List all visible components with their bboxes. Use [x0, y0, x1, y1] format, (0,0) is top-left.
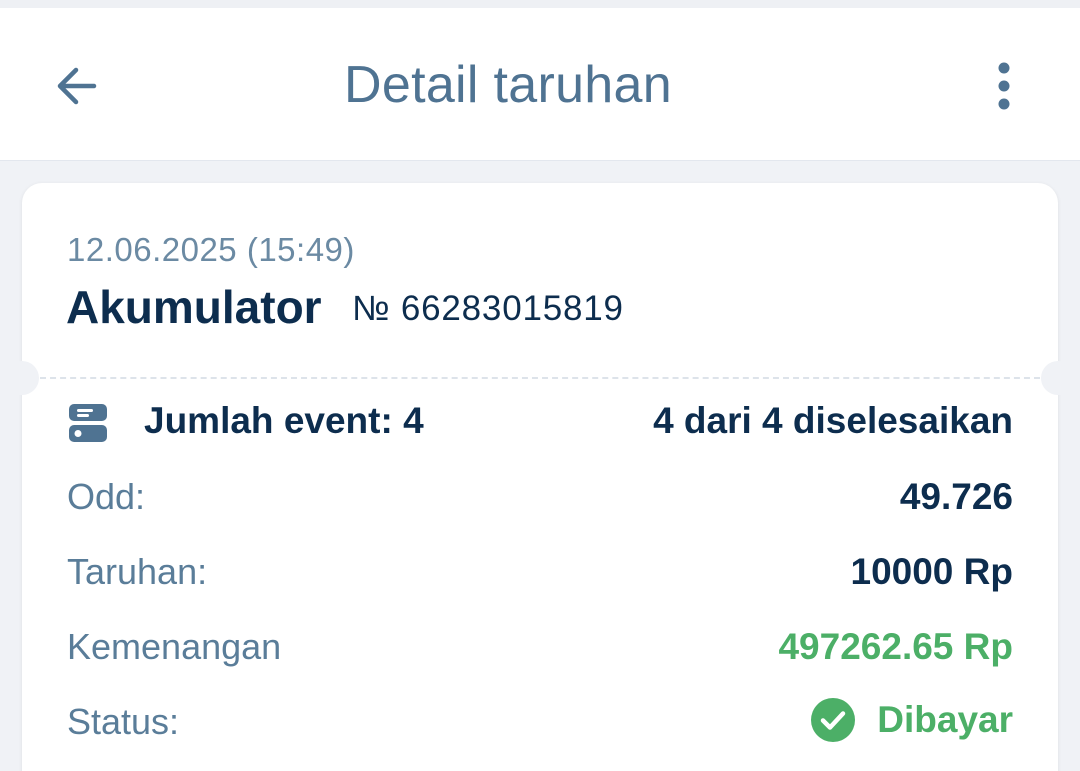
more-vertical-icon [998, 62, 1010, 110]
bet-date: 12.06.2025 (15:49) [67, 231, 355, 268]
stake-value: 10000 Rp [850, 551, 1014, 592]
status-value: Dibayar [877, 699, 1013, 740]
ticket-notch-right [1041, 361, 1075, 395]
events-count: Jumlah event: 4 [144, 400, 424, 441]
bet-number: № 66283015819 [352, 289, 624, 328]
ticket-notch-left [5, 361, 39, 395]
bet-type: Akumulator [66, 281, 322, 333]
more-options-button[interactable] [972, 54, 1036, 118]
winnings-label: Kemenangan [67, 626, 282, 667]
odd-label: Odd: [67, 476, 146, 517]
winnings-value: 497262.65 Rp [778, 626, 1013, 667]
status-indicator: Dibayar [811, 698, 1013, 742]
stake-label: Taruhan: [67, 551, 208, 592]
events-list-icon [69, 404, 107, 442]
page-title: Detail taruhan [344, 55, 672, 114]
odd-value: 49.726 [899, 476, 1013, 517]
status-label: Status: [67, 701, 180, 742]
ticket-divider [40, 377, 1040, 379]
status-bar-strip [0, 0, 1080, 8]
check-circle-icon [811, 698, 856, 742]
events-settled: 4 dari 4 diselesaikan [653, 400, 1013, 441]
app-header: Detail taruhan [0, 8, 1080, 161]
